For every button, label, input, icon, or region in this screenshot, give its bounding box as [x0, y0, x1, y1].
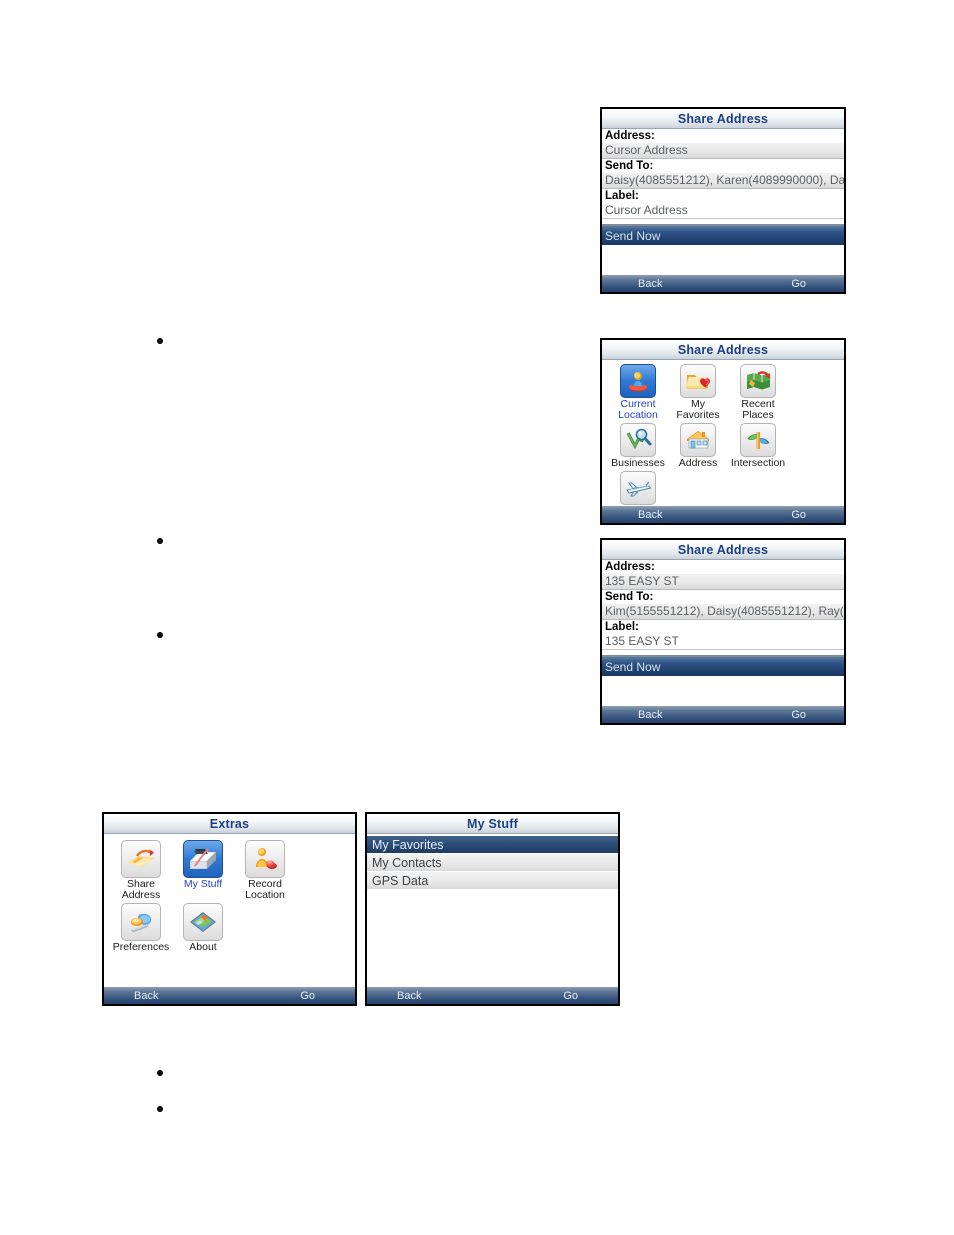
go-button[interactable]: Go [300, 990, 315, 1002]
grid-item-current-location[interactable]: Current Location [608, 364, 668, 421]
share-address-icon [121, 840, 161, 878]
list-item-label: My Contacts [372, 855, 442, 870]
grid-item-my-favorites[interactable]: My Favorites [668, 364, 728, 421]
panel-footer: Back Go [104, 987, 355, 1004]
panel-title: Extras [104, 814, 355, 834]
panel-footer: Back Go [602, 275, 844, 292]
field-value-send-to[interactable]: Daisy(4085551212), Karen(4089990000), Da… [602, 173, 844, 189]
go-button[interactable]: Go [791, 278, 806, 290]
send-now-button[interactable]: Send Now [602, 655, 844, 676]
back-button[interactable]: Back [638, 278, 662, 290]
grid-item-record-location[interactable]: Record Location [234, 840, 296, 901]
grid-item-label: Preferences [112, 941, 170, 953]
field-label-send-to: Send To: [602, 590, 844, 604]
list-item-gps-data[interactable]: GPS Data [367, 872, 618, 890]
list-bullet [157, 338, 163, 344]
my-stuff-icon [183, 840, 223, 878]
panel-body: Address: 135 EASY ST Send To: Kim(515555… [602, 560, 844, 706]
grid-item-address[interactable]: Address [668, 423, 728, 469]
field-label-label: Label: [602, 189, 844, 203]
list-item-my-contacts[interactable]: My Contacts [367, 854, 618, 872]
preferences-icon [121, 903, 161, 941]
grid-item-label: About [189, 941, 217, 953]
grid-item-share-address[interactable]: Share Address [110, 840, 172, 901]
share-address-picker-panel: Share Address Current Location My Favori… [600, 338, 846, 525]
back-button[interactable]: Back [397, 990, 421, 1002]
grid-item-preferences[interactable]: Preferences [110, 903, 172, 953]
form-fields: Address: Cursor Address Send To: Daisy(4… [602, 129, 844, 219]
grid-item-label: Businesses [611, 457, 665, 469]
grid-item-about[interactable]: About [172, 903, 234, 953]
panel-footer: Back Go [602, 506, 844, 523]
grid-item-label: Record Location [245, 878, 285, 901]
grid-item-intersection[interactable]: Intersection [728, 423, 788, 469]
field-value-label[interactable]: 135 EASY ST [602, 634, 844, 650]
list-bullet [157, 1070, 163, 1076]
panel-body: Address: Cursor Address Send To: Daisy(4… [602, 129, 844, 275]
person-location-icon [620, 364, 656, 398]
grid-item-label: Intersection [730, 457, 786, 469]
about-icon [183, 903, 223, 941]
field-label-address: Address: [602, 129, 844, 143]
share-address-easy-st-panel: Share Address Address: 135 EASY ST Send … [600, 538, 846, 725]
intersection-icon [740, 423, 776, 457]
field-value-label[interactable]: Cursor Address [602, 203, 844, 219]
field-value-address[interactable]: 135 EASY ST [602, 574, 844, 590]
grid-item-airport[interactable]: Airport [608, 471, 668, 506]
panel-footer: Back Go [602, 706, 844, 723]
form-fields: Address: 135 EASY ST Send To: Kim(515555… [602, 560, 844, 650]
list-bullet [157, 1106, 163, 1112]
grid-item-my-stuff[interactable]: My Stuff [172, 840, 234, 901]
grid-item-label: Share Address [121, 878, 161, 901]
record-location-icon [245, 840, 285, 878]
panel-title: Share Address [602, 109, 844, 129]
list-item-label: GPS Data [372, 873, 429, 888]
panel-title: Share Address [602, 540, 844, 560]
map-arrow-icon [740, 364, 776, 398]
list-bullet [157, 538, 163, 544]
back-button[interactable]: Back [134, 990, 158, 1002]
share-address-cursor-panel: Share Address Address: Cursor Address Se… [600, 107, 846, 294]
go-button[interactable]: Go [563, 990, 578, 1002]
destination-type-grid: Current Location My Favorites Recent Pla… [602, 360, 844, 506]
panel-title: My Stuff [367, 814, 618, 834]
grid-item-businesses[interactable]: Businesses [608, 423, 668, 469]
field-label-send-to: Send To: [602, 159, 844, 173]
back-button[interactable]: Back [638, 709, 662, 721]
panel-footer: Back Go [367, 987, 618, 1004]
my-stuff-panel: My Stuff My Favorites My Contacts GPS Da… [365, 812, 620, 1006]
grid-item-label: My Stuff [183, 878, 223, 890]
panel-title: Share Address [602, 340, 844, 360]
field-value-address[interactable]: Cursor Address [602, 143, 844, 159]
my-stuff-list: My Favorites My Contacts GPS Data [367, 834, 618, 890]
go-button[interactable]: Go [791, 509, 806, 521]
go-button[interactable]: Go [791, 709, 806, 721]
field-value-send-to[interactable]: Kim(5155551212), Daisy(4085551212), Ray(… [602, 604, 844, 620]
grid-item-label: Address [678, 457, 718, 469]
folder-heart-icon [680, 364, 716, 398]
extras-grid: Share Address My Stuff Record Location P… [104, 834, 355, 955]
send-now-button[interactable]: Send Now [602, 224, 844, 245]
field-label-address: Address: [602, 560, 844, 574]
extras-panel: Extras Share Address My Stuff Record Loc… [102, 812, 357, 1006]
grid-item-label: Current Location [618, 398, 658, 421]
grid-item-recent-places[interactable]: Recent Places [728, 364, 788, 421]
panel-body: Share Address My Stuff Record Location P… [104, 834, 355, 987]
airplane-icon [620, 471, 656, 505]
list-item-label: My Favorites [372, 837, 444, 852]
back-button[interactable]: Back [638, 509, 662, 521]
panel-body: Current Location My Favorites Recent Pla… [602, 360, 844, 506]
house-icon [680, 423, 716, 457]
panel-body: My Favorites My Contacts GPS Data [367, 834, 618, 987]
grid-item-label: Recent Places [741, 398, 775, 421]
field-label-label: Label: [602, 620, 844, 634]
grid-item-label: My Favorites [676, 398, 720, 421]
list-item-my-favorites[interactable]: My Favorites [367, 836, 618, 854]
list-bullet [157, 632, 163, 638]
magnifier-check-icon [620, 423, 656, 457]
